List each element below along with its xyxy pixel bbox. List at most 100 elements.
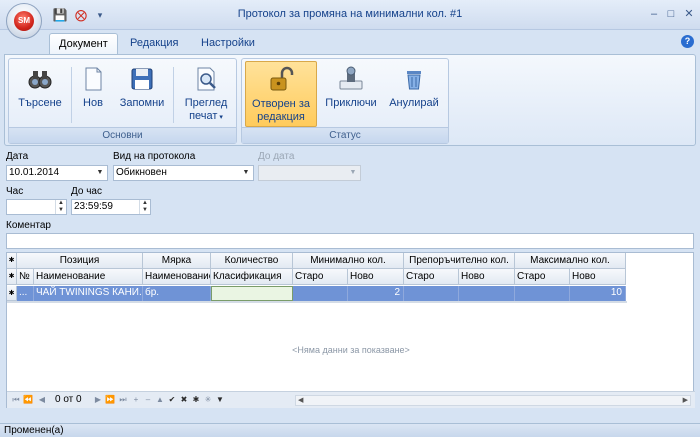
- title-bar: 💾 ⨂ ▾ Протокол за промяна на минимални к…: [0, 0, 700, 30]
- open-for-edit-label-2: редакция: [257, 111, 305, 123]
- help-icon[interactable]: ?: [681, 35, 694, 48]
- horizontal-scrollbar[interactable]: ◀ ▶: [295, 395, 691, 406]
- open-for-edit-label-1: Отворен за: [252, 98, 310, 110]
- empty-message: <Няма данни за показване>: [292, 345, 410, 355]
- cell-no[interactable]: ...: [17, 286, 34, 301]
- chevron-down-icon[interactable]: ▼: [94, 166, 106, 180]
- next-record-icon[interactable]: ▶: [93, 395, 103, 405]
- date-field[interactable]: 10.01.2014 ▼: [6, 165, 108, 181]
- comment-input[interactable]: [6, 233, 694, 249]
- app-menu-button[interactable]: SM: [6, 3, 42, 39]
- col-rec-new[interactable]: Ново: [459, 269, 515, 285]
- tab-settings[interactable]: Настройки: [192, 33, 264, 54]
- group-status-label: Статус: [242, 127, 448, 143]
- goto-bookmark-icon[interactable]: ✳: [203, 395, 213, 405]
- cell-rec-old[interactable]: [404, 286, 459, 301]
- col-unit-name[interactable]: Наименование: [143, 269, 211, 285]
- tab-document[interactable]: Документ: [49, 33, 118, 54]
- cell-min-new[interactable]: 2: [348, 286, 404, 301]
- cell-unit[interactable]: бр.: [143, 286, 211, 301]
- prev-page-icon[interactable]: ⏪: [23, 395, 33, 405]
- new-button[interactable]: Нов: [75, 61, 111, 127]
- col-rec-old[interactable]: Старо: [404, 269, 459, 285]
- grid-navigator: ⏮ ⏪ ◀ 0 от 0 ▶ ⏩ ⏭ + – ▲ ✔ ✖ ✱ ✳ ▼ ◀ ▶: [7, 391, 695, 408]
- save-button[interactable]: Запомни: [114, 61, 170, 127]
- tab-edit[interactable]: Редакция: [121, 33, 187, 54]
- separator: [71, 67, 72, 123]
- scroll-right-icon[interactable]: ▶: [683, 396, 688, 406]
- cell-max-old[interactable]: [515, 286, 570, 301]
- print-preview-label-2: печат: [189, 110, 218, 122]
- status-bar: Променен(а): [0, 423, 700, 437]
- positions-grid: ✱ Позиция Мярка Количество Минимално кол…: [6, 252, 695, 408]
- spinner-icon[interactable]: ▲ ▼: [55, 200, 66, 214]
- separator: [173, 67, 174, 123]
- col-position-name[interactable]: Наименование: [34, 269, 143, 285]
- hour-field[interactable]: ▲ ▼: [6, 199, 67, 215]
- filter-row-icon[interactable]: ✱: [7, 269, 17, 285]
- group-status: Отворен за редакция Приключи Анулирай Ст…: [241, 58, 449, 144]
- cell-rec-new[interactable]: [459, 286, 515, 301]
- cell-position-name[interactable]: ЧАЙ TWININGS КАНИ...: [34, 286, 143, 301]
- spinner-icon[interactable]: ▲ ▼: [139, 200, 150, 214]
- band-recommended-qty: Препоръчително кол.: [404, 253, 515, 269]
- band-quantity: Количество: [211, 253, 293, 269]
- to-hour-label: До час: [71, 186, 102, 197]
- col-min-new[interactable]: Ново: [348, 269, 404, 285]
- band-max-qty: Максимално кол.: [515, 253, 626, 269]
- status-text: Променен(а): [4, 425, 64, 436]
- first-page-icon[interactable]: ⏮: [11, 395, 21, 405]
- add-record-icon[interactable]: +: [131, 395, 141, 405]
- maximize-icon[interactable]: □: [663, 6, 679, 22]
- to-date-field: ▼: [258, 165, 361, 181]
- grid-corner-icon[interactable]: ✱: [7, 253, 17, 269]
- ribbon-tabs: Документ Редакция Настройки: [0, 30, 700, 54]
- prev-record-icon[interactable]: ◀: [37, 395, 47, 405]
- group-main-label: Основни: [9, 127, 236, 143]
- col-max-old[interactable]: Старо: [515, 269, 570, 285]
- protocol-type-label: Вид на протокола: [113, 151, 196, 162]
- cell-min-old[interactable]: [293, 286, 348, 301]
- cancel-edit-icon[interactable]: ✖: [179, 395, 189, 405]
- next-page-icon[interactable]: ⏩: [105, 395, 115, 405]
- band-min-qty: Минимално кол.: [293, 253, 404, 269]
- cancel-document-label: Анулирай: [389, 97, 439, 109]
- floppy-disk-icon: [131, 68, 153, 90]
- open-for-edit-button[interactable]: Отворен за редакция: [245, 61, 317, 127]
- scroll-left-icon[interactable]: ◀: [298, 396, 303, 406]
- trash-bin-icon: [407, 71, 421, 90]
- close-document-label: Приключи: [325, 97, 377, 109]
- cell-max-new[interactable]: 10: [570, 286, 626, 301]
- search-label: Търсене: [18, 97, 62, 109]
- print-preview-button[interactable]: Преглед печат ▾: [177, 61, 235, 127]
- col-classification[interactable]: Класификация: [211, 269, 293, 285]
- row-divider: [7, 301, 627, 303]
- minimize-icon[interactable]: –: [646, 6, 662, 22]
- group-main: Търсене Нов Запомни Преглед печат ▾ Осно…: [8, 58, 237, 144]
- hour-label: Час: [6, 186, 24, 197]
- search-button[interactable]: Търсене: [12, 61, 68, 127]
- last-page-icon[interactable]: ⏭: [118, 395, 128, 405]
- bookmark-icon[interactable]: ✱: [191, 395, 201, 405]
- cell-classification[interactable]: [211, 286, 293, 301]
- edit-record-icon[interactable]: ▲: [155, 395, 165, 405]
- col-min-old[interactable]: Старо: [293, 269, 348, 285]
- delete-record-icon[interactable]: –: [143, 395, 153, 405]
- protocol-type-select[interactable]: Обикновен ▼: [113, 165, 254, 181]
- filter-icon[interactable]: ▼: [215, 395, 225, 405]
- check-icon[interactable]: ✔: [167, 395, 177, 405]
- chevron-down-icon[interactable]: ▼: [240, 166, 252, 180]
- date-label: Дата: [6, 151, 29, 162]
- chevron-down-icon: ▾: [217, 114, 223, 121]
- close-document-button[interactable]: Приключи: [322, 61, 380, 127]
- close-window-icon[interactable]: ✕: [681, 6, 697, 22]
- col-max-new[interactable]: Ново: [570, 269, 626, 285]
- comment-label: Коментар: [6, 220, 51, 231]
- to-hour-field[interactable]: 23:59:59 ▲ ▼: [71, 199, 151, 215]
- band-position: Позиция: [17, 253, 143, 269]
- cancel-document-button[interactable]: Анулирай: [384, 61, 444, 127]
- row-indicator-icon[interactable]: ✱: [7, 286, 17, 301]
- padlock-open-icon: [270, 66, 294, 91]
- save-label: Запомни: [119, 97, 165, 109]
- col-no[interactable]: №: [17, 269, 34, 285]
